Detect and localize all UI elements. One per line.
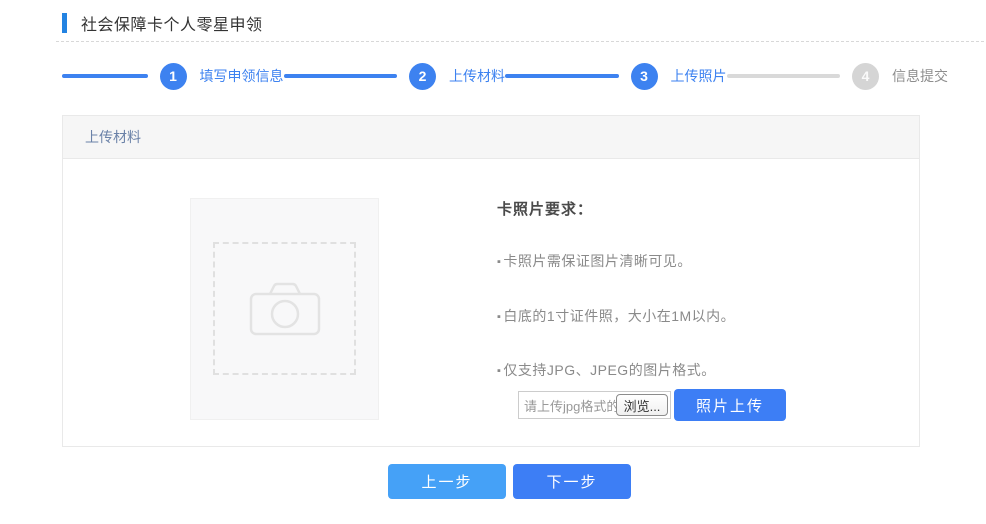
progress-stepper: 1 填写申领信息 2 上传材料 3 上传照片 4 信息提交: [62, 60, 948, 92]
step-fill-info: 1 填写申领信息: [62, 63, 284, 90]
camera-icon: [248, 281, 322, 337]
bullet-icon: ▪: [497, 311, 501, 323]
requirements-heading: 卡照片要求：: [497, 198, 593, 219]
panel-header: 上传材料: [63, 116, 919, 159]
panel-header-title: 上传材料: [85, 127, 141, 147]
requirement-text: 仅支持JPG、JPEG的图片格式。: [503, 362, 715, 378]
requirement-item: ▪仅支持JPG、JPEG的图片格式。: [497, 360, 716, 380]
step-label: 填写申领信息: [200, 66, 284, 86]
header-divider: [56, 41, 984, 42]
file-input[interactable]: 请上传jpg格式的 浏览...: [518, 391, 671, 419]
panel-body: 卡照片要求： ▪卡照片需保证图片清晰可见。 ▪白底的1寸证件照，大小在1M以内。…: [63, 159, 919, 446]
previous-step-button[interactable]: 上一步: [388, 464, 506, 499]
photo-dropzone[interactable]: [213, 242, 356, 375]
step-label: 上传材料: [449, 66, 505, 86]
photo-upload-button[interactable]: 照片上传: [674, 389, 786, 421]
step-label: 信息提交: [892, 66, 948, 86]
upload-panel: 上传材料 卡照片要求： ▪卡照片需保证图片清晰可见。 ▪白底的1寸证件照，大小在…: [62, 115, 920, 447]
step-connector-line: [727, 74, 841, 78]
step-connector-line: [505, 74, 619, 78]
step-number-badge: 2: [409, 63, 436, 90]
step-number-badge: 1: [160, 63, 187, 90]
bullet-icon: ▪: [497, 256, 501, 268]
page-header: 社会保障卡个人零星申领: [62, 11, 263, 35]
requirement-text: 卡照片需保证图片清晰可见。: [503, 253, 692, 269]
page-title: 社会保障卡个人零星申领: [81, 11, 263, 35]
step-number-badge: 3: [631, 63, 658, 90]
next-step-button[interactable]: 下一步: [513, 464, 631, 499]
requirement-text: 白底的1寸证件照，大小在1M以内。: [503, 308, 735, 324]
step-upload-photo: 3 上传照片: [505, 63, 727, 90]
photo-preview-box[interactable]: [190, 198, 379, 420]
bullet-icon: ▪: [497, 365, 501, 377]
file-input-value: 请上传jpg格式的: [524, 396, 616, 415]
requirement-item: ▪卡照片需保证图片清晰可见。: [497, 251, 692, 271]
step-label: 上传照片: [671, 66, 727, 86]
step-submit-info: 4 信息提交: [727, 63, 949, 90]
step-upload-materials: 2 上传材料: [284, 63, 506, 90]
title-accent-bar: [62, 13, 67, 33]
step-connector-line: [62, 74, 148, 78]
browse-button[interactable]: 浏览...: [616, 394, 668, 416]
step-number-badge: 4: [852, 63, 879, 90]
requirement-item: ▪白底的1寸证件照，大小在1M以内。: [497, 306, 735, 326]
step-connector-line: [284, 74, 398, 78]
